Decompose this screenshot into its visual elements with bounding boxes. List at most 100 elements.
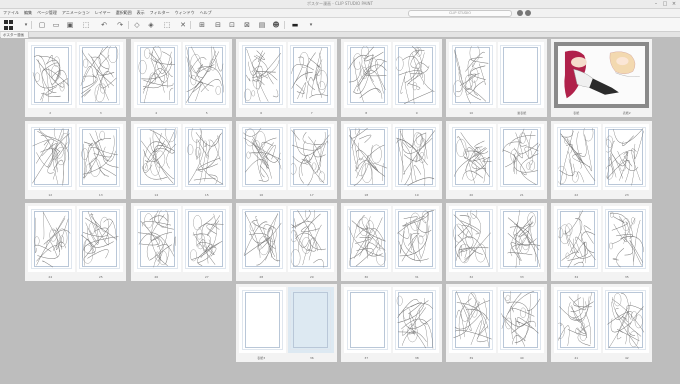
fill-icon[interactable]: ◈ bbox=[147, 21, 155, 29]
left-page[interactable] bbox=[344, 42, 391, 108]
close-button[interactable]: × bbox=[671, 1, 677, 7]
right-page[interactable] bbox=[287, 287, 334, 353]
right-page[interactable] bbox=[392, 124, 439, 190]
account-icon[interactable] bbox=[517, 10, 523, 16]
menu-view[interactable]: 表示 bbox=[137, 10, 145, 16]
page-spread[interactable]: 18 19 bbox=[341, 121, 442, 199]
left-page[interactable] bbox=[239, 42, 286, 108]
open-icon[interactable]: ▭ bbox=[52, 21, 60, 29]
page-spread[interactable]: 表紙3 36 bbox=[236, 284, 337, 362]
right-page[interactable] bbox=[287, 124, 334, 190]
figure-icon[interactable]: ☻ bbox=[272, 21, 280, 29]
left-page[interactable] bbox=[239, 206, 286, 272]
right-page[interactable] bbox=[497, 287, 544, 353]
right-page[interactable] bbox=[287, 206, 334, 272]
left-page[interactable] bbox=[344, 124, 391, 190]
left-page[interactable] bbox=[28, 124, 75, 190]
left-page[interactable] bbox=[449, 124, 496, 190]
pages-grid-icon[interactable] bbox=[4, 20, 14, 30]
menu-help[interactable]: ヘルプ bbox=[200, 10, 212, 16]
menu-file[interactable]: ファイル bbox=[3, 10, 19, 16]
right-page[interactable] bbox=[392, 287, 439, 353]
right-page[interactable] bbox=[182, 42, 229, 108]
minimize-button[interactable]: – bbox=[653, 1, 659, 7]
snap-icon[interactable]: ⊟ bbox=[214, 21, 222, 29]
right-page[interactable] bbox=[76, 124, 123, 190]
page-spread[interactable]: 表紙 表紙2 bbox=[551, 39, 652, 117]
left-page[interactable] bbox=[134, 42, 181, 108]
page-spread[interactable]: 24 25 bbox=[25, 203, 126, 281]
ruler-icon[interactable]: ⊞ bbox=[198, 21, 206, 29]
menu-window[interactable]: ウィンドウ bbox=[175, 10, 195, 16]
left-page[interactable] bbox=[134, 124, 181, 190]
document-tab[interactable]: ポスター漫画 bbox=[1, 32, 29, 38]
settings-icon[interactable] bbox=[525, 10, 531, 16]
new-file-icon[interactable]: ▢ bbox=[38, 21, 46, 29]
menu-page[interactable]: ページ管理 bbox=[37, 10, 57, 16]
right-page[interactable] bbox=[76, 206, 123, 272]
left-page[interactable] bbox=[449, 206, 496, 272]
menu-layer[interactable]: レイヤー bbox=[95, 10, 111, 16]
right-page[interactable] bbox=[602, 124, 649, 190]
right-page[interactable] bbox=[497, 42, 544, 108]
page-spread[interactable]: 22 23 bbox=[551, 121, 652, 199]
right-page[interactable] bbox=[182, 206, 229, 272]
page-spread[interactable]: 23 bbox=[25, 39, 126, 117]
left-page[interactable] bbox=[239, 287, 286, 353]
grid-icon[interactable]: ⊡ bbox=[228, 21, 236, 29]
page-spread[interactable]: 32 33 bbox=[446, 203, 547, 281]
menu-filter[interactable]: フィルター bbox=[150, 10, 170, 16]
page-spread[interactable]: 67 bbox=[236, 39, 337, 117]
menu-selection[interactable]: 選択範囲 bbox=[116, 10, 132, 16]
clear-icon[interactable]: ◇ bbox=[133, 21, 141, 29]
dropdown-icon[interactable]: ▾ bbox=[22, 21, 30, 29]
left-page[interactable] bbox=[449, 42, 496, 108]
export-icon[interactable]: ⬚ bbox=[82, 21, 90, 29]
page-spread[interactable]: 39 40 bbox=[446, 284, 547, 362]
crop-icon[interactable]: ▤ bbox=[258, 21, 266, 29]
page-spread[interactable]: 41 42 bbox=[551, 284, 652, 362]
page-spread[interactable]: 12 13 bbox=[25, 121, 126, 199]
left-page[interactable] bbox=[344, 287, 391, 353]
left-page[interactable] bbox=[28, 42, 75, 108]
menu-edit[interactable]: 編集 bbox=[24, 10, 32, 16]
page-spread[interactable]: 14 15 bbox=[131, 121, 232, 199]
page-spread[interactable]: 45 bbox=[131, 39, 232, 117]
maximize-button[interactable]: □ bbox=[662, 1, 668, 7]
page-spread[interactable]: 30 31 bbox=[341, 203, 442, 281]
page-spread[interactable]: 28 29 bbox=[236, 203, 337, 281]
left-page[interactable] bbox=[134, 206, 181, 272]
left-page[interactable] bbox=[449, 287, 496, 353]
options-icon[interactable]: ▾ bbox=[307, 21, 315, 29]
cover-frame[interactable] bbox=[554, 42, 649, 108]
monitor-icon[interactable]: ▬ bbox=[291, 21, 299, 29]
selection-icon[interactable]: ⬚ bbox=[163, 21, 171, 29]
left-page[interactable] bbox=[344, 206, 391, 272]
right-page[interactable] bbox=[392, 206, 439, 272]
redo-icon[interactable]: ↷ bbox=[116, 21, 124, 29]
left-page[interactable] bbox=[239, 124, 286, 190]
undo-icon[interactable]: ↶ bbox=[100, 21, 108, 29]
page-spread[interactable]: 10 裏表紙 bbox=[446, 39, 547, 117]
right-page[interactable] bbox=[497, 206, 544, 272]
page-spread[interactable]: 89 bbox=[341, 39, 442, 117]
right-page[interactable] bbox=[602, 287, 649, 353]
left-page[interactable] bbox=[554, 124, 601, 190]
page-spread[interactable]: 20 21 bbox=[446, 121, 547, 199]
page-spread[interactable]: 16 17 bbox=[236, 121, 337, 199]
left-page[interactable] bbox=[28, 206, 75, 272]
page-spread[interactable]: 34 35 bbox=[551, 203, 652, 281]
right-page[interactable] bbox=[602, 206, 649, 272]
page-spread[interactable]: 26 27 bbox=[131, 203, 232, 281]
save-icon[interactable]: ▣ bbox=[66, 21, 74, 29]
left-page[interactable] bbox=[554, 287, 601, 353]
transform-icon[interactable]: ✕ bbox=[179, 21, 187, 29]
menu-animation[interactable]: アニメーション bbox=[62, 10, 90, 16]
page-spread[interactable]: 37 38 bbox=[341, 284, 442, 362]
guide-icon[interactable]: ⊠ bbox=[243, 21, 251, 29]
right-page[interactable] bbox=[287, 42, 334, 108]
right-page[interactable] bbox=[76, 42, 123, 108]
right-page[interactable] bbox=[392, 42, 439, 108]
left-page[interactable] bbox=[554, 206, 601, 272]
search-input[interactable]: CLIP STUDIO bbox=[408, 10, 512, 17]
